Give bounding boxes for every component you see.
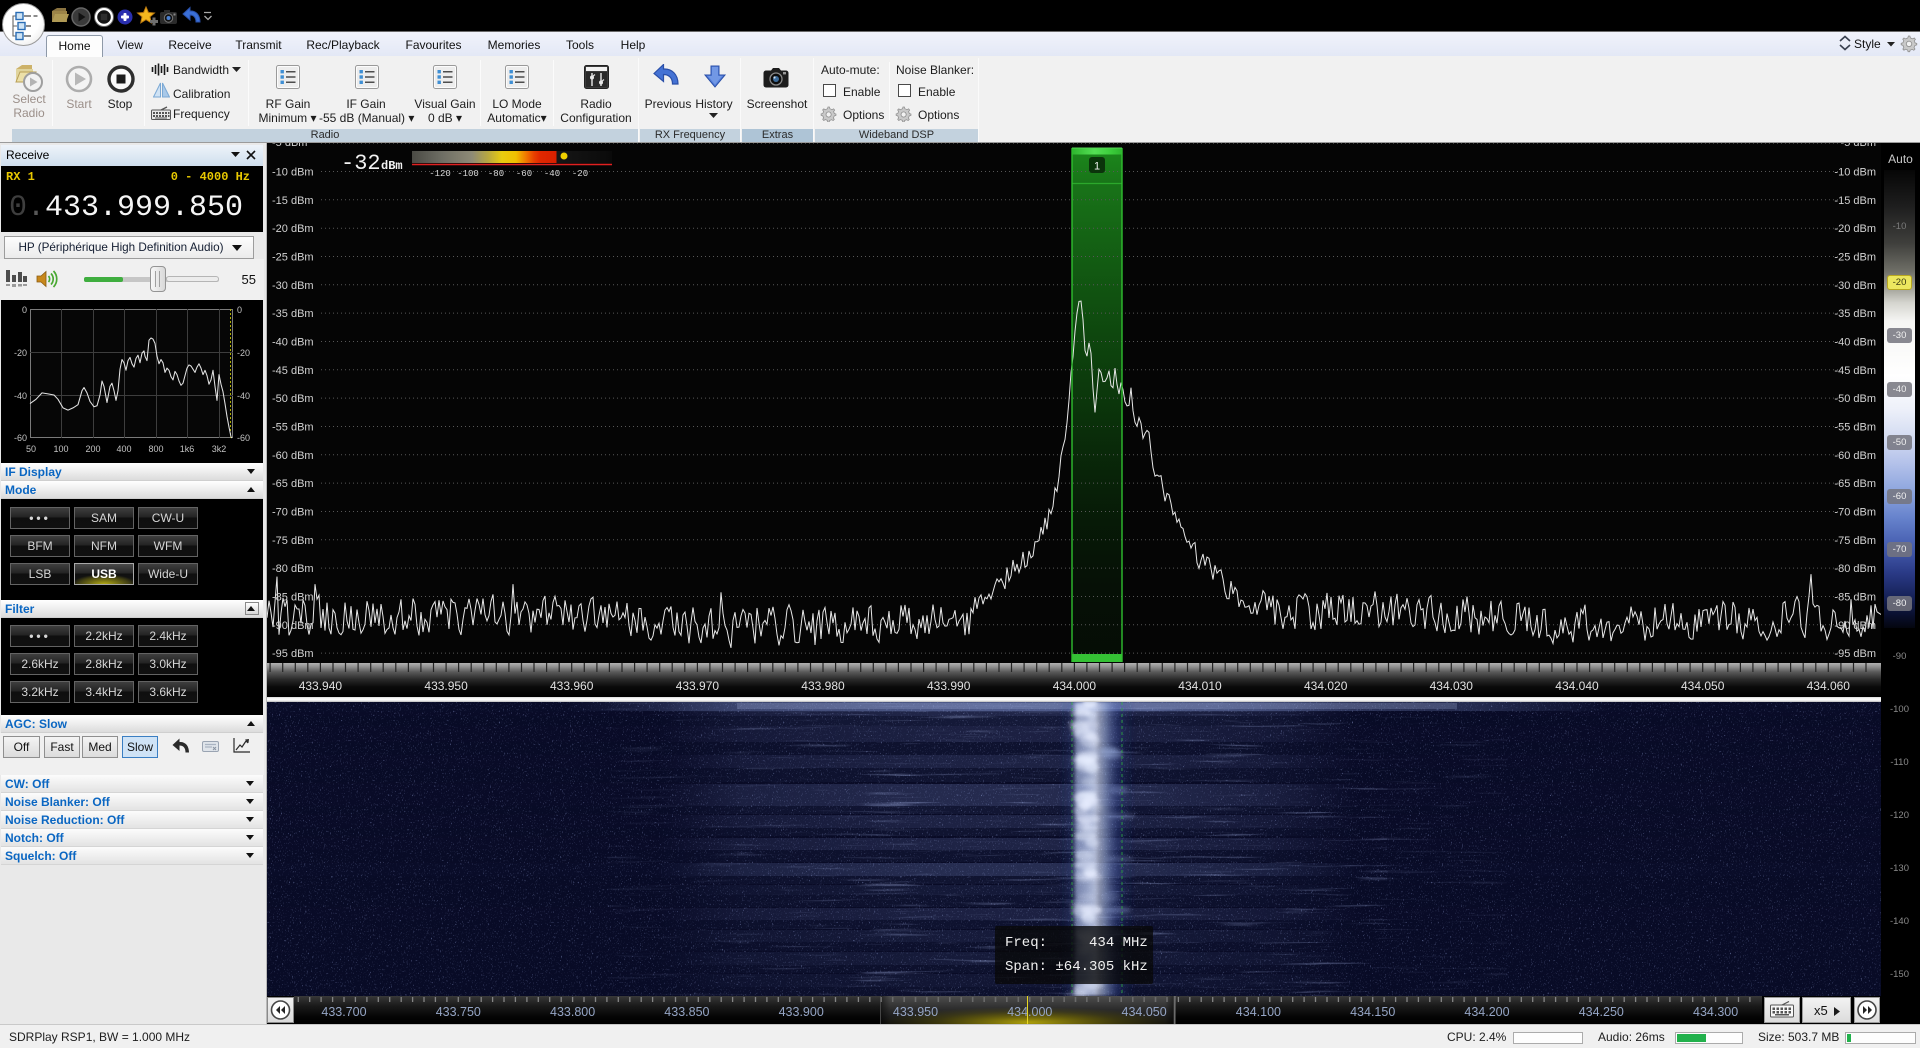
- svg-text:-70 dBm: -70 dBm: [1834, 507, 1876, 519]
- svg-text:1k6: 1k6: [180, 444, 195, 454]
- svg-text:-60: -60: [14, 433, 27, 443]
- svg-text:-80: -80: [488, 169, 504, 179]
- svg-text:433.980: 433.980: [801, 679, 845, 693]
- svg-text:Style: Style: [1854, 37, 1881, 51]
- svg-text:434.010: 434.010: [1178, 679, 1222, 693]
- svg-text:-65 dBm: -65 dBm: [1834, 478, 1876, 490]
- svg-text:-55 dBm: -55 dBm: [272, 422, 314, 434]
- svg-text:-20: -20: [14, 348, 27, 358]
- svg-text:-5 dBm: -5 dBm: [272, 143, 307, 149]
- svg-text:-75 dBm: -75 dBm: [1834, 535, 1876, 547]
- svg-text:-30 dBm: -30 dBm: [272, 280, 314, 292]
- svg-text:-45 dBm: -45 dBm: [272, 365, 314, 377]
- svg-text:0: 0: [237, 305, 242, 315]
- svg-text:433.970: 433.970: [676, 679, 720, 693]
- svg-text:-10 dBm: -10 dBm: [272, 167, 314, 179]
- svg-text:434.000: 434.000: [1007, 1005, 1052, 1019]
- svg-text:-20: -20: [572, 169, 588, 179]
- svg-text:-40 dBm: -40 dBm: [1834, 337, 1876, 349]
- svg-text:-80 dBm: -80 dBm: [1834, 563, 1876, 575]
- svg-text:200: 200: [85, 444, 100, 454]
- svg-text:-40: -40: [544, 169, 560, 179]
- svg-text:-90 dBm: -90 dBm: [1834, 620, 1876, 632]
- svg-text:-85 dBm: -85 dBm: [1834, 592, 1876, 604]
- svg-text:-90 dBm: -90 dBm: [272, 620, 314, 632]
- svg-text:-45 dBm: -45 dBm: [1834, 365, 1876, 377]
- svg-text:-60: -60: [237, 433, 250, 443]
- svg-text:-80 dBm: -80 dBm: [272, 563, 314, 575]
- svg-text:-55 dBm: -55 dBm: [1834, 422, 1876, 434]
- svg-text:-75 dBm: -75 dBm: [272, 535, 314, 547]
- svg-text:-50 dBm: -50 dBm: [272, 393, 314, 405]
- svg-text:-65 dBm: -65 dBm: [272, 478, 314, 490]
- svg-text:-70 dBm: -70 dBm: [272, 507, 314, 519]
- svg-text:434.050: 434.050: [1681, 679, 1725, 693]
- svg-text:1: 1: [1094, 161, 1100, 173]
- svg-text:100: 100: [53, 444, 68, 454]
- svg-text:434.000: 434.000: [1053, 679, 1097, 693]
- svg-text:-85 dBm: -85 dBm: [272, 592, 314, 604]
- svg-text:-20: -20: [237, 348, 250, 358]
- svg-text:-120: -120: [429, 169, 451, 179]
- svg-text:433.940: 433.940: [299, 679, 343, 693]
- svg-text:-25 dBm: -25 dBm: [272, 252, 314, 264]
- svg-text:-100: -100: [457, 169, 479, 179]
- svg-text:3k2: 3k2: [212, 444, 227, 454]
- svg-text:-60 dBm: -60 dBm: [1834, 450, 1876, 462]
- svg-text:-60 dBm: -60 dBm: [272, 450, 314, 462]
- svg-text:434.030: 434.030: [1430, 679, 1474, 693]
- svg-text:-30 dBm: -30 dBm: [1834, 280, 1876, 292]
- svg-text:-40: -40: [14, 391, 27, 401]
- svg-text:400: 400: [116, 444, 131, 454]
- svg-text:433.700: 433.700: [321, 1005, 366, 1019]
- svg-text:-35 dBm: -35 dBm: [1834, 308, 1876, 320]
- svg-text:433.990: 433.990: [927, 679, 971, 693]
- svg-text:-35 dBm: -35 dBm: [272, 308, 314, 320]
- svg-text:433.960: 433.960: [550, 679, 594, 693]
- svg-text:-10 dBm: -10 dBm: [1834, 167, 1876, 179]
- svg-text:-32: -32: [341, 151, 381, 176]
- svg-text:433.800: 433.800: [550, 1005, 595, 1019]
- svg-text:-50 dBm: -50 dBm: [1834, 393, 1876, 405]
- svg-text:50: 50: [26, 444, 36, 454]
- svg-text:434.300: 434.300: [1693, 1005, 1738, 1019]
- svg-text:dBm: dBm: [381, 159, 403, 173]
- svg-text:434.050: 434.050: [1122, 1005, 1167, 1019]
- svg-text:434.100: 434.100: [1236, 1005, 1281, 1019]
- svg-text:434.200: 434.200: [1464, 1005, 1509, 1019]
- svg-text:-5 dBm: -5 dBm: [1841, 143, 1876, 149]
- svg-text:434.060: 434.060: [1807, 679, 1851, 693]
- svg-text:434.040: 434.040: [1555, 679, 1599, 693]
- svg-text:433.950: 433.950: [893, 1005, 938, 1019]
- svg-text:-15 dBm: -15 dBm: [1834, 195, 1876, 207]
- svg-text:434.250: 434.250: [1579, 1005, 1624, 1019]
- svg-text:800: 800: [148, 444, 163, 454]
- svg-text:433.900: 433.900: [779, 1005, 824, 1019]
- svg-text:-40 dBm: -40 dBm: [272, 337, 314, 349]
- svg-text:434.020: 434.020: [1304, 679, 1348, 693]
- svg-text:-60: -60: [516, 169, 532, 179]
- svg-text:433.850: 433.850: [664, 1005, 709, 1019]
- svg-text:433.750: 433.750: [436, 1005, 481, 1019]
- svg-text:433.950: 433.950: [424, 679, 468, 693]
- svg-text:-40: -40: [237, 391, 250, 401]
- svg-text:-20 dBm: -20 dBm: [1834, 223, 1876, 235]
- svg-text:-95 dBm: -95 dBm: [1834, 648, 1876, 660]
- svg-text:0: 0: [22, 305, 27, 315]
- svg-text:-95 dBm: -95 dBm: [272, 648, 314, 660]
- svg-text:-25 dBm: -25 dBm: [1834, 252, 1876, 264]
- svg-text:-15 dBm: -15 dBm: [272, 195, 314, 207]
- svg-text:-20 dBm: -20 dBm: [272, 223, 314, 235]
- svg-text:434.150: 434.150: [1350, 1005, 1395, 1019]
